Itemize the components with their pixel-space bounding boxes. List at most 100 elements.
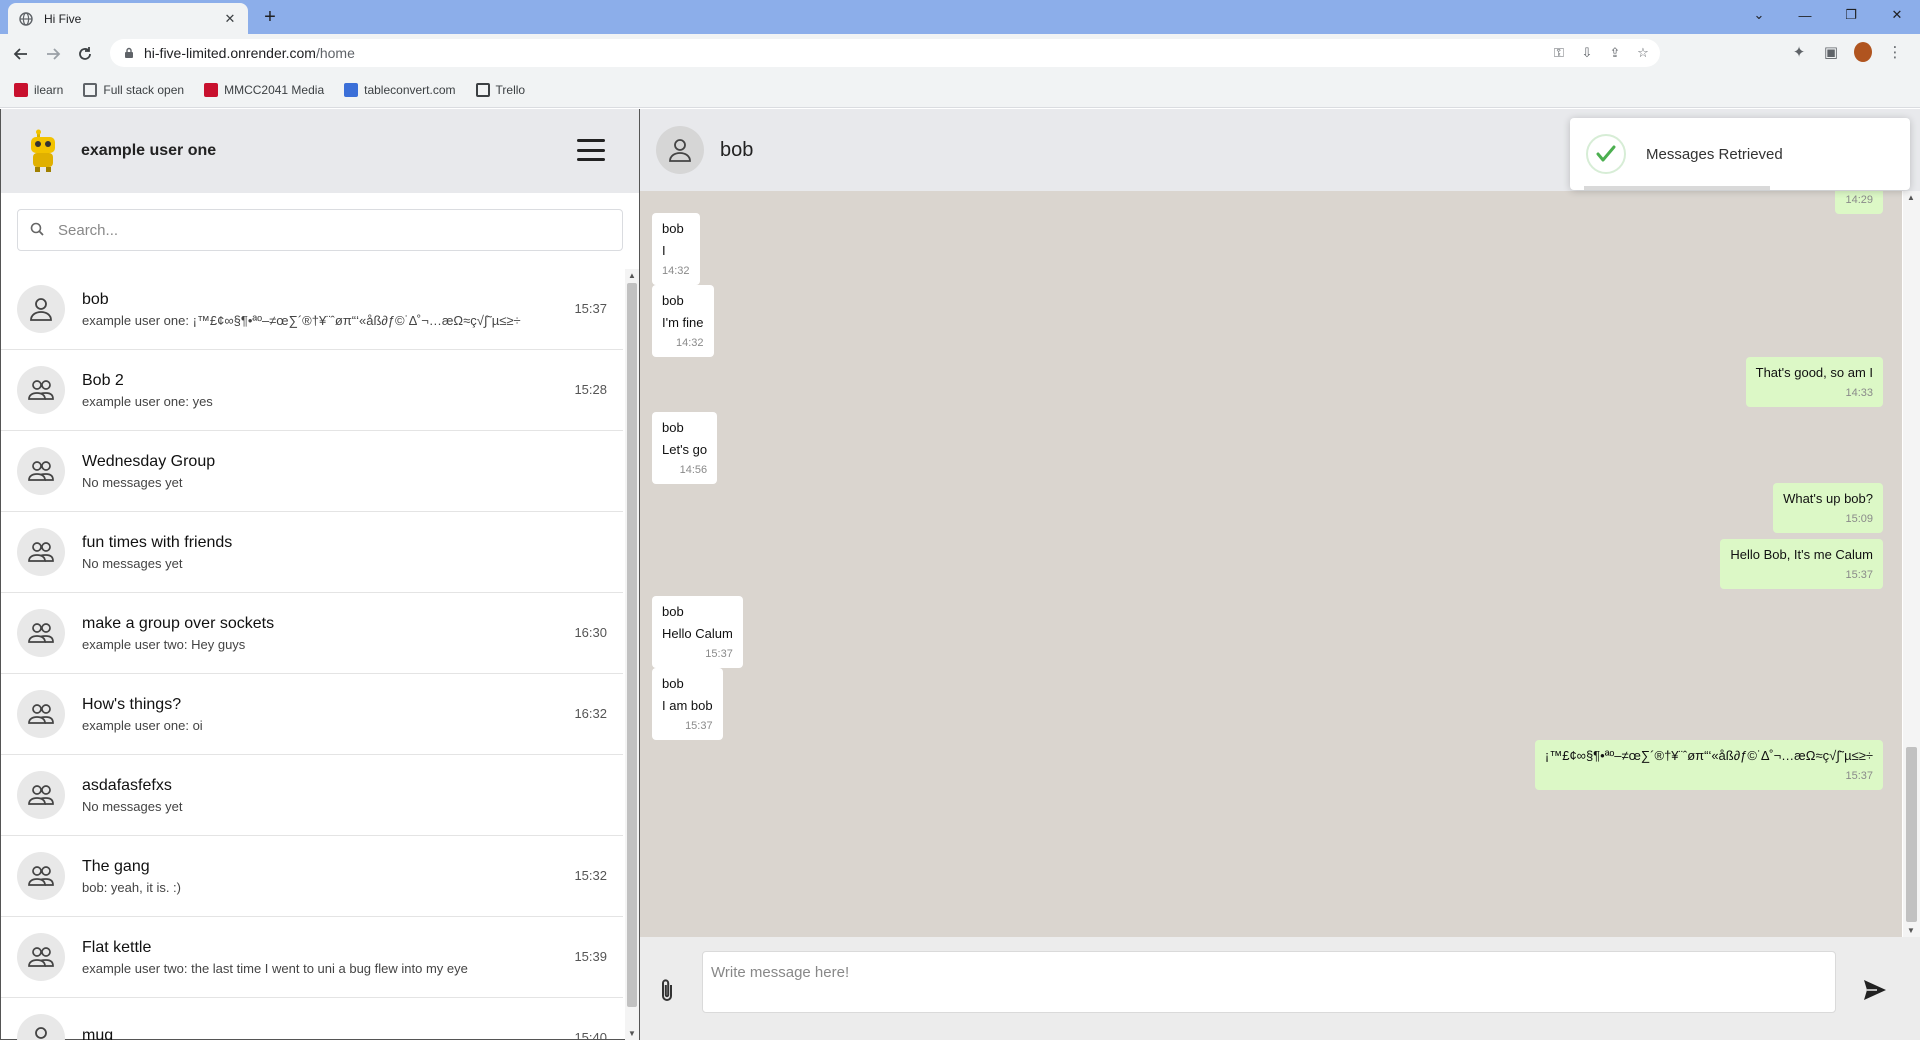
contact-avatar[interactable] [656,126,704,174]
message-text: I'm fine [662,315,704,330]
profile-avatar[interactable] [1854,41,1872,63]
bookmark-label: Full stack open [103,82,185,97]
forward-icon[interactable] [40,41,66,67]
message-time: 15:37 [1845,770,1873,782]
message-text: Hello Bob, It's me Calum [1730,547,1873,562]
share-icon[interactable]: ⇪ [1606,45,1624,61]
scroll-down-arrow-icon[interactable]: ▼ [1907,926,1915,935]
message-time: 15:09 [1845,513,1873,525]
minimize-icon[interactable]: — [1782,0,1828,30]
key-icon[interactable]: ⚿ [1550,45,1568,61]
hamburger-menu-icon[interactable] [577,139,605,161]
chat-preview: example user one: oi [82,717,203,733]
lock-icon[interactable] [122,46,136,60]
user-icon [17,285,65,333]
search-box[interactable] [17,209,623,251]
chat-item-text: The gang bob: yeah, it is. :) [82,858,607,895]
bookmark-ilearn[interactable]: ilearn [14,82,64,97]
scrollbar-thumb[interactable] [1906,747,1917,922]
chat-time: 15:28 [574,382,607,397]
chat-preview: bob: yeah, it is. :) [82,879,181,895]
chat-list-scrollbar[interactable]: ▲ ▼ [625,269,639,1040]
messages-scrollbar[interactable]: ▲ ▼ [1903,191,1920,937]
chat-list-item[interactable]: Flat kettle example user two: the last ti… [1,917,623,998]
incoming-message: bob I 14:32 [652,213,700,285]
chat-list: bob example user one: ¡™£¢∞§¶•ªº–≠œ∑´®†¥¨… [1,269,623,1040]
chat-time: 15:39 [574,949,607,964]
chat-name: How's things? [82,695,182,713]
sidebar-header: example user one [1,109,639,193]
browser-toolbar: hi-five-limited.onrender.com /home ⚿ ⇩ ⇪… [0,34,1920,72]
chat-item-text: Bob 2 example user one: yes [82,372,607,409]
bookmark-icon [14,82,28,97]
browser-tab[interactable]: Hi Five ✕ [8,3,248,34]
bookmark-tableconvert[interactable]: tableconvert.com [344,82,456,97]
group-icon [17,366,65,414]
message-sender: bob [662,420,684,435]
chat-time: 15:40 [574,1030,607,1040]
paperclip-icon[interactable] [656,977,678,1005]
user-avatar[interactable] [23,129,63,173]
chat-name: Bob 2 [82,371,124,389]
chat-list-item[interactable]: fun times with friends No messages yet [1,512,623,593]
message-text: What's up bob? [1783,491,1873,506]
send-icon[interactable] [1862,977,1888,1003]
chat-list-item[interactable]: The gang bob: yeah, it is. :) 15:32 [1,836,623,917]
side-panel-icon[interactable]: ▣ [1822,41,1840,63]
chat-preview: No messages yet [82,555,183,571]
message-time: 14:29 [1845,194,1873,206]
chat-list-item[interactable]: muq 15:40 [1,998,623,1040]
chat-item-text: asdafasfefxs No messages yet [82,777,607,814]
message-input[interactable] [702,951,1836,1013]
message-time: 14:33 [1845,387,1873,399]
outgoing-message: What's up bob? 15:09 [1773,483,1883,533]
kebab-menu-icon[interactable]: ⋮ [1886,41,1904,63]
chat-list-item[interactable]: Wednesday Group No messages yet [1,431,623,512]
close-tab-icon[interactable]: ✕ [222,11,238,27]
chat-item-text: make a group over sockets example user tw… [82,615,607,652]
chat-list-item[interactable]: make a group over sockets example user tw… [1,593,623,674]
chat-name: asdafasfefxs [82,776,172,794]
message-text: I [662,243,666,258]
new-tab-button[interactable]: + [258,5,282,29]
chat-name: Flat kettle [82,938,152,956]
group-icon [17,447,65,495]
close-window-icon[interactable]: ✕ [1874,0,1920,30]
scroll-up-arrow-icon[interactable]: ▲ [1907,193,1915,202]
tab-search-icon[interactable]: ⌄ [1736,0,1782,30]
restore-icon[interactable]: ❐ [1828,0,1874,30]
back-icon[interactable] [8,41,34,67]
install-icon[interactable]: ⇩ [1578,45,1596,61]
message-time: 14:56 [679,464,708,476]
toast-notification[interactable]: Messages Retrieved [1570,118,1910,190]
chat-list-item[interactable]: bob example user one: ¡™£¢∞§¶•ªº–≠œ∑´®†¥¨… [1,269,623,350]
star-icon[interactable]: ☆ [1634,45,1652,61]
bookmark-full-stack-open[interactable]: Full stack open [83,82,185,97]
group-icon [17,690,65,738]
current-user-name: example user one [81,142,217,159]
scroll-down-arrow-icon[interactable]: ▼ [628,1029,636,1038]
chat-name: The gang [82,857,150,875]
message-text: I am bob [662,698,713,713]
reload-icon[interactable] [72,41,98,67]
chat-list-item[interactable]: How's things? example user one: oi 16:32 [1,674,623,755]
chat-list-item[interactable]: Bob 2 example user one: yes 15:28 [1,350,623,431]
browser-tabstrip: Hi Five ✕ + ⌄ — ❐ ✕ [0,0,1920,34]
chat-panel: bob 14:29 bob I 14:32 bob I'm fine 14:32 That's… [640,109,1920,1040]
group-icon [17,609,65,657]
bookmark-mmcc2041-media[interactable]: MMCC2041 Media [204,82,324,97]
scrollbar-thumb[interactable] [627,283,637,1007]
message-time: 15:37 [1845,569,1873,581]
address-bar[interactable]: hi-five-limited.onrender.com /home ⚿ ⇩ ⇪… [110,39,1660,67]
chat-item-text: How's things? example user one: oi [82,696,607,733]
scroll-up-arrow-icon[interactable]: ▲ [628,271,636,280]
chat-time: 15:32 [574,868,607,883]
checkmark-icon [1586,134,1626,174]
bookmark-trello[interactable]: Trello [475,82,525,97]
bookmark-icon [83,82,98,97]
puzzle-icon[interactable]: ✦ [1790,41,1808,63]
search-input[interactable] [58,221,618,239]
bookmark-icon [204,82,219,97]
bookmark-label: ilearn [34,82,64,97]
chat-list-item[interactable]: asdafasfefxs No messages yet [1,755,623,836]
